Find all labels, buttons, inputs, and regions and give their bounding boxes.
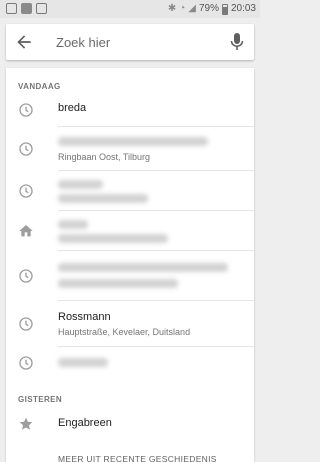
clock-icon: [19, 356, 33, 370]
history-item-engabreen[interactable]: Engabreen: [6, 408, 254, 440]
search-bar: [6, 24, 254, 60]
microphone-icon[interactable]: [230, 32, 244, 52]
redacted-text: [58, 220, 88, 229]
wifi-icon: ◔: [179, 3, 186, 14]
section-header-yesterday: GISTEREN: [18, 395, 63, 404]
redacted-text: [58, 263, 228, 272]
gallery-icon: [21, 3, 32, 14]
redacted-text: [58, 194, 148, 203]
gmail-icon: [36, 3, 47, 14]
search-history-list: VANDAAG breda Ringbaan Oost, Tilburg Ros…: [6, 68, 254, 462]
history-item-title: Rossmann: [58, 311, 111, 323]
clock-icon: [19, 184, 33, 198]
clock-icon: [19, 269, 33, 283]
star-icon: [19, 417, 33, 430]
photo-icon: [6, 3, 17, 14]
history-item-home[interactable]: [6, 211, 254, 251]
redacted-text: [58, 234, 168, 243]
home-icon: [19, 225, 33, 237]
history-item-title: breda: [58, 102, 87, 114]
clock-icon: [19, 103, 33, 117]
redacted-text: [58, 279, 178, 288]
search-input[interactable]: [56, 32, 216, 52]
clock-icon: [19, 142, 33, 156]
history-item-rossmann[interactable]: Rossmann Hauptstraße, Kevelaer, Duitslan…: [6, 301, 254, 347]
redacted-text: [58, 180, 103, 189]
status-bar: ✱ ◔ ◢ 79% 20:03: [0, 0, 260, 18]
history-item-subtitle: Hauptstraße, Kevelaer, Duitsland: [58, 327, 191, 337]
history-item[interactable]: [6, 251, 254, 301]
history-item-title: Engabreen: [58, 417, 112, 429]
clock-time: 20:03: [230, 3, 256, 14]
history-item[interactable]: Ringbaan Oost, Tilburg: [6, 127, 254, 171]
redacted-text: [58, 137, 208, 146]
notification-icons: [6, 3, 47, 14]
signal-icon: ◢: [188, 3, 196, 14]
history-item[interactable]: [6, 347, 254, 379]
back-arrow-icon[interactable]: [14, 32, 34, 52]
battery-percentage: 79%: [198, 3, 219, 14]
clock-icon: [19, 317, 33, 331]
history-item-breda[interactable]: breda: [6, 94, 254, 127]
system-icons: ✱ ◔ ◢ 79% 20:03: [168, 2, 256, 16]
history-item[interactable]: [6, 171, 254, 211]
history-item-subtitle: Ringbaan Oost, Tilburg: [58, 152, 151, 162]
more-history-link[interactable]: MEER UIT RECENTE GESCHIEDENIS: [58, 454, 217, 462]
bluetooth-icon: ✱: [167, 3, 177, 14]
section-header-today: VANDAAG: [18, 82, 61, 91]
battery-icon: [221, 3, 228, 15]
redacted-text: [58, 358, 108, 367]
